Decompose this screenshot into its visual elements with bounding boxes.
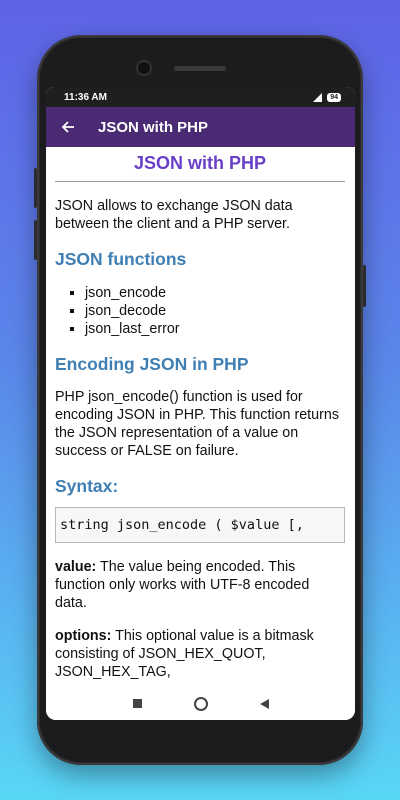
options-label: options: [55,628,112,644]
list-item: json_encode [85,284,345,302]
encoding-text: PHP json_encode() function is used for e… [55,389,339,459]
status-time: 11:36 AM [64,91,107,103]
status-icons: 94 [313,92,341,102]
front-camera [138,62,150,74]
value-description: value: The value being encoded. This fun… [55,558,345,612]
app-bar-title: JSON with PHP [98,118,209,136]
power-button [363,265,366,307]
recents-icon[interactable] [132,699,142,708]
volume-button [34,220,37,260]
page-title: JSON with PHP [55,153,345,182]
syntax-code-block[interactable]: string json_encode ( $value [, [55,507,345,543]
intro-text: JSON allows to exchange JSON data betwee… [55,198,293,232]
system-nav-bar [46,687,355,720]
back-icon[interactable] [259,698,269,709]
options-description: options: This optional value is a bitmas… [55,627,345,681]
syntax-heading: Syntax: [55,476,119,496]
volume-button [34,168,37,208]
speaker-grille [174,66,226,71]
value-label: value: [55,559,97,575]
home-icon[interactable] [193,696,208,711]
list-item: json_decode [85,302,345,320]
list-item: json_last_error [85,320,345,338]
functions-list: json_encode json_decode json_last_error [55,284,345,338]
back-arrow-icon[interactable] [58,117,78,137]
functions-heading: JSON functions [55,249,187,269]
phone-screen: 11:36 AM 94 JSON with PHP JSON with PHP … [46,87,355,720]
signal-icon [313,92,323,102]
battery-icon: 94 [327,92,341,102]
app-bar: JSON with PHP [46,107,355,147]
article-content[interactable]: JSON with PHP JSON allows to exchange JS… [46,153,355,681]
status-bar: 11:36 AM 94 [46,87,355,107]
encoding-heading: Encoding JSON in PHP [55,354,249,374]
